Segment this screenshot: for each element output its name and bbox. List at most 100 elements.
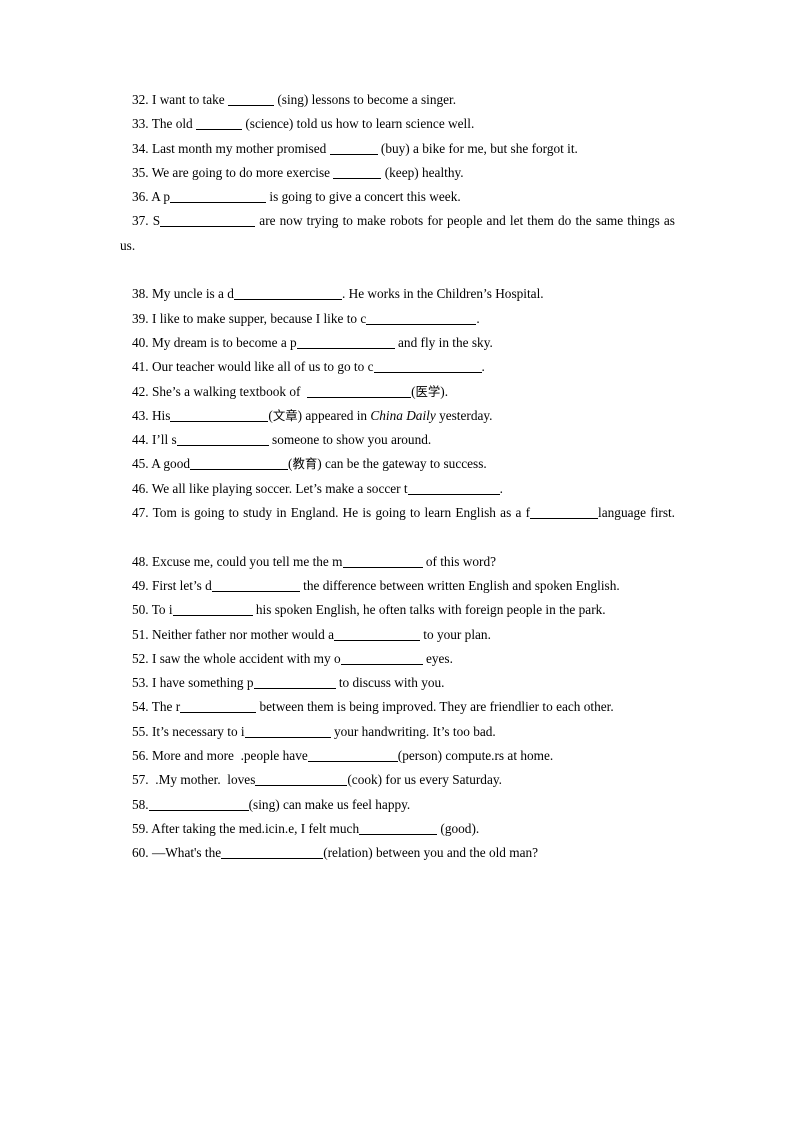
exercise-item: 55. It’s necessary to i your handwriting…	[120, 720, 675, 744]
exercise-text: eyes.	[422, 650, 453, 666]
exercise-item: 60. —What's the (relation) between you an…	[120, 841, 675, 865]
exercise-item: 49. First let’s d the difference between…	[120, 574, 675, 598]
answer-blank[interactable]	[307, 748, 398, 763]
answer-blank[interactable]	[180, 700, 257, 714]
chinese-hint: 文章	[272, 407, 298, 423]
exercise-number: 34.	[132, 140, 149, 156]
answer-blank[interactable]	[196, 117, 243, 131]
answer-blank[interactable]	[253, 676, 336, 690]
answer-blank[interactable]	[333, 627, 420, 641]
exercise-number: 52.	[132, 650, 149, 666]
exercise-number: 41.	[132, 359, 149, 375]
exercise-number: 51.	[132, 626, 149, 642]
answer-blank[interactable]	[233, 287, 342, 301]
exercise-item: 42. She’s a walking textbook of (医学).	[120, 380, 675, 404]
exercise-item: 44. I’ll s someone to show you around.	[120, 428, 675, 452]
answer-blank[interactable]	[407, 481, 500, 495]
answer-blank[interactable]	[176, 433, 269, 447]
exercise-text: (science) told us how to learn science w…	[242, 116, 475, 132]
answer-blank[interactable]	[190, 457, 289, 471]
exercise-text: It’s necessary to i	[148, 723, 245, 739]
exercise-text: .	[481, 359, 485, 375]
answer-blank[interactable]	[296, 335, 395, 349]
exercise-text: ) appeared in	[297, 407, 371, 423]
exercise-item: 48. Excuse me, could you tell me the m o…	[120, 550, 675, 574]
answer-blank[interactable]	[373, 360, 482, 374]
answer-blank[interactable]	[170, 408, 269, 422]
exercise-text: (cook) for us every Saturday.	[347, 772, 502, 788]
exercise-text: Last month my mother promised	[148, 140, 330, 156]
exercise-number: 55.	[132, 723, 149, 739]
exercise-number: 56.	[132, 748, 149, 764]
exercise-number: 46.	[132, 480, 149, 496]
exercise-item: 37. S are now trying to make robots for …	[120, 209, 675, 282]
exercise-text: Tom is going to study in England. He is …	[148, 505, 531, 521]
exercise-text: (keep) healthy.	[381, 164, 464, 180]
exercise-text: .My mother. loves	[148, 772, 256, 788]
exercise-text: (buy) a bike for me, but she forgot it.	[377, 140, 578, 156]
exercise-number: 43.	[132, 407, 149, 423]
exercise-text: Our teacher would like all of us to go t…	[148, 359, 374, 375]
answer-blank[interactable]	[172, 603, 253, 617]
exercise-text: S	[148, 213, 161, 229]
exercise-number: 53.	[132, 675, 149, 691]
exercise-number: 36.	[132, 189, 149, 205]
exercise-text: —What's the	[148, 845, 222, 861]
exercise-number: 58.	[132, 796, 149, 812]
exercise-number: 38.	[132, 286, 149, 302]
exercise-item: 59. After taking the med.icin.e, I felt …	[120, 817, 675, 841]
exercise-number: 49.	[132, 577, 149, 593]
exercise-text: language first.	[598, 505, 676, 521]
answer-blank[interactable]	[170, 190, 267, 204]
exercise-text: The old	[148, 116, 197, 132]
exercise-item: 46. We all like playing soccer. Let’s ma…	[120, 477, 675, 501]
exercise-item: 36. A p is going to give a concert this …	[120, 185, 675, 209]
exercise-text: First let’s d	[148, 577, 212, 593]
answer-blank[interactable]	[307, 384, 412, 398]
exercise-number: 35.	[132, 164, 149, 180]
chinese-hint: 医学	[415, 383, 441, 399]
exercise-text: Neither father nor mother would a	[148, 626, 334, 642]
exercise-text: My dream is to become a p	[148, 334, 297, 350]
exercise-text: A good	[148, 456, 191, 472]
answer-blank[interactable]	[342, 554, 423, 568]
exercise-number: 39.	[132, 310, 149, 326]
exercise-item: 41. Our teacher would like all of us to …	[120, 355, 675, 379]
exercise-text: I want to take	[148, 92, 229, 107]
exercise-text: .	[499, 480, 503, 496]
exercise-text: to discuss with you.	[335, 675, 445, 691]
answer-blank[interactable]	[160, 214, 256, 228]
answer-blank[interactable]	[228, 92, 275, 106]
exercise-item: 58. (sing) can make us feel happy.	[120, 793, 675, 817]
exercise-text: to your plan.	[419, 626, 491, 642]
answer-blank[interactable]	[221, 846, 324, 860]
exercise-number: 48.	[132, 553, 149, 569]
answer-blank[interactable]	[329, 141, 378, 155]
answer-blank[interactable]	[333, 165, 382, 179]
answer-blank[interactable]	[244, 724, 331, 738]
exercise-number: 37.	[132, 213, 149, 229]
exercise-text: I’ll s	[148, 432, 177, 448]
answer-blank[interactable]	[366, 311, 477, 325]
exercise-item: 38. My uncle is a d . He works in the Chi…	[120, 282, 675, 306]
exercise-text: ) can be the gateway to success.	[317, 456, 487, 472]
answer-blank[interactable]	[148, 797, 249, 811]
fill-in-the-blank-exercise-list: 32. I want to take (sing) lessons to bec…	[120, 88, 675, 866]
exercise-number: 44.	[132, 432, 149, 448]
answer-blank[interactable]	[211, 578, 300, 592]
exercise-number: 59.	[132, 820, 149, 836]
answer-blank[interactable]	[359, 821, 438, 835]
italic-title: China Daily	[370, 407, 436, 423]
exercise-item: 32. I want to take (sing) lessons to bec…	[120, 88, 675, 112]
exercise-text: To i	[148, 602, 173, 618]
exercise-item: 51. Neither father nor mother would a to…	[120, 623, 675, 647]
exercise-number: 50.	[132, 602, 149, 618]
exercise-text: between them is being improved. They are…	[256, 699, 614, 715]
answer-blank[interactable]	[530, 505, 599, 520]
chinese-hint: 教育	[292, 456, 318, 472]
exercise-text: His	[148, 407, 171, 423]
exercise-number: 60.	[132, 845, 149, 861]
answer-blank[interactable]	[340, 651, 423, 665]
answer-blank[interactable]	[255, 773, 348, 787]
exercise-text: someone to show you around.	[268, 432, 432, 448]
